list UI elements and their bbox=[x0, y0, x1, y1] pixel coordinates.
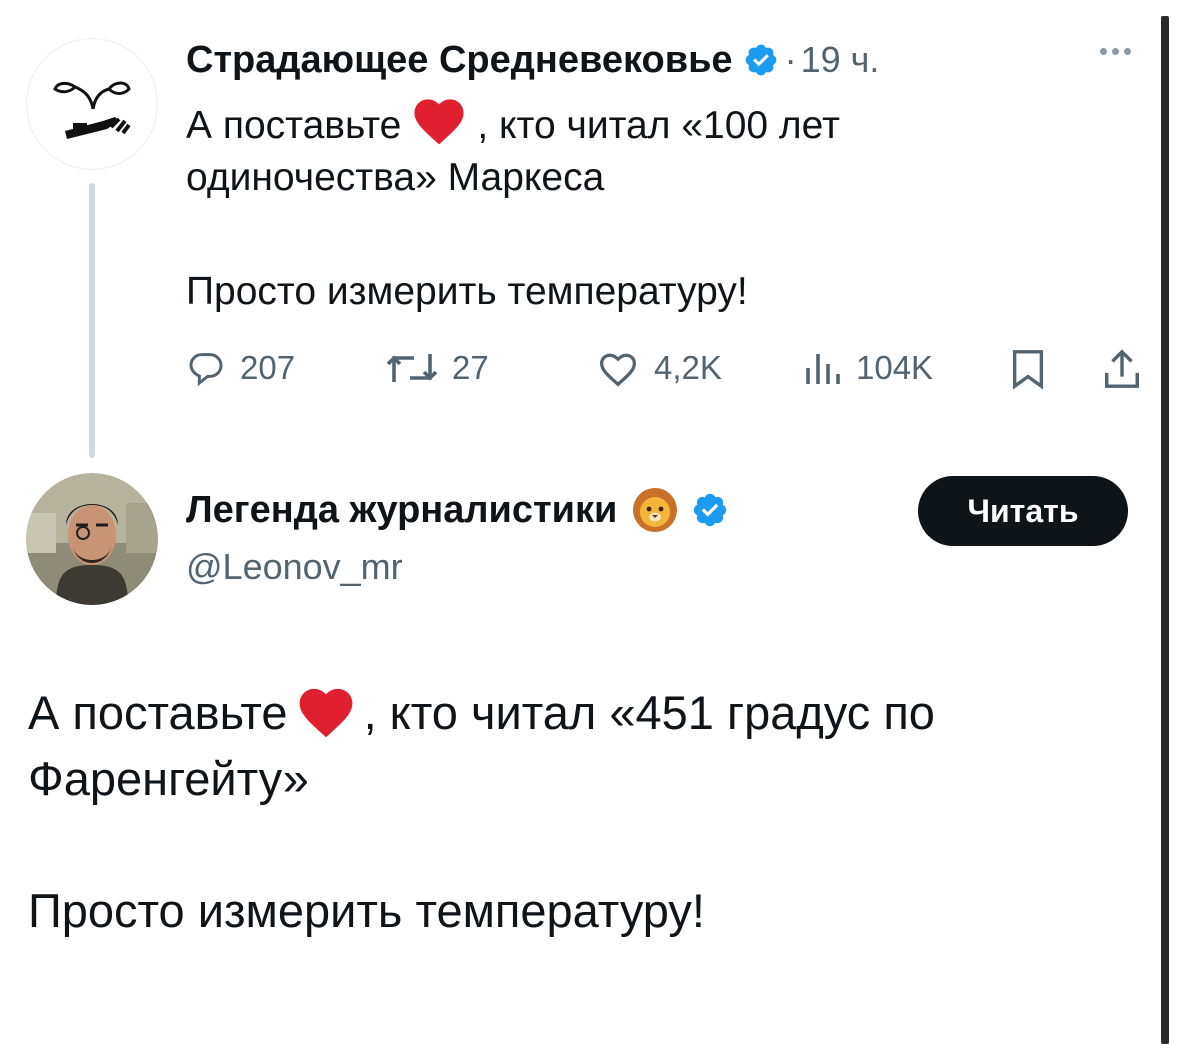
views-button[interactable]: 104K bbox=[802, 348, 933, 388]
verified-badge-icon bbox=[743, 42, 779, 78]
text-line: Просто измерить температуру! bbox=[28, 884, 705, 937]
separator-dot: · bbox=[784, 39, 797, 80]
reply-button[interactable]: 207 bbox=[186, 348, 295, 388]
quote-tweet-text: А поставьте , кто читал «451 градус по Фа… bbox=[28, 680, 1148, 944]
scrollbar[interactable] bbox=[1161, 16, 1169, 1044]
text-fragment: , кто читал «451 градус по bbox=[363, 686, 935, 739]
retweet-icon bbox=[386, 354, 438, 382]
heart-emoji-icon bbox=[294, 681, 358, 756]
bookmark-icon bbox=[1012, 350, 1044, 390]
author-avatar[interactable] bbox=[26, 38, 158, 170]
like-icon bbox=[599, 353, 637, 387]
thread-connector bbox=[89, 183, 95, 458]
retweet-button[interactable]: 27 bbox=[384, 348, 489, 388]
text-fragment: А поставьте bbox=[28, 686, 288, 739]
bookmark-button[interactable] bbox=[1010, 348, 1046, 390]
parent-tweet-header: Страдающее Средневековье · 19 ч. bbox=[186, 34, 879, 86]
retweet-count: 27 bbox=[452, 349, 489, 386]
reply-icon bbox=[189, 353, 223, 387]
share-button[interactable] bbox=[1102, 348, 1142, 390]
text-line: Фаренгейту» bbox=[28, 752, 309, 805]
author-name[interactable]: Страдающее Средневековье bbox=[186, 39, 733, 82]
quote-tweet-header: Легенда журналистики bbox=[186, 486, 729, 534]
quote-author-name[interactable]: Легенда журналистики bbox=[186, 489, 617, 532]
share-icon bbox=[1105, 349, 1139, 388]
follow-button[interactable]: Читать bbox=[918, 476, 1128, 546]
like-button[interactable]: 4,2K bbox=[596, 348, 722, 388]
portrait-photo-icon bbox=[26, 473, 158, 605]
parent-tweet-text: А поставьте , кто читал «100 лет одиночес… bbox=[186, 92, 1146, 320]
text-line: одиночества» Маркеса bbox=[186, 156, 605, 199]
verified-badge-icon bbox=[691, 491, 729, 529]
text-fragment: А поставьте bbox=[186, 104, 402, 147]
sprout-hand-logo-icon bbox=[53, 81, 131, 139]
tweet-time[interactable]: 19 ч. bbox=[801, 39, 880, 81]
more-icon[interactable] bbox=[1100, 48, 1131, 55]
like-count: 4,2K bbox=[654, 349, 722, 386]
lion-emoji-icon bbox=[631, 486, 679, 534]
reply-count: 207 bbox=[240, 349, 296, 386]
text-fragment: , кто читал «100 лет bbox=[477, 104, 840, 147]
quote-author-avatar[interactable] bbox=[26, 473, 158, 605]
quote-author-handle[interactable]: @Leonov_mr bbox=[186, 546, 403, 588]
views-icon bbox=[806, 354, 840, 384]
views-count: 104K bbox=[856, 349, 934, 386]
text-line: Просто измерить температуру! bbox=[186, 270, 748, 313]
